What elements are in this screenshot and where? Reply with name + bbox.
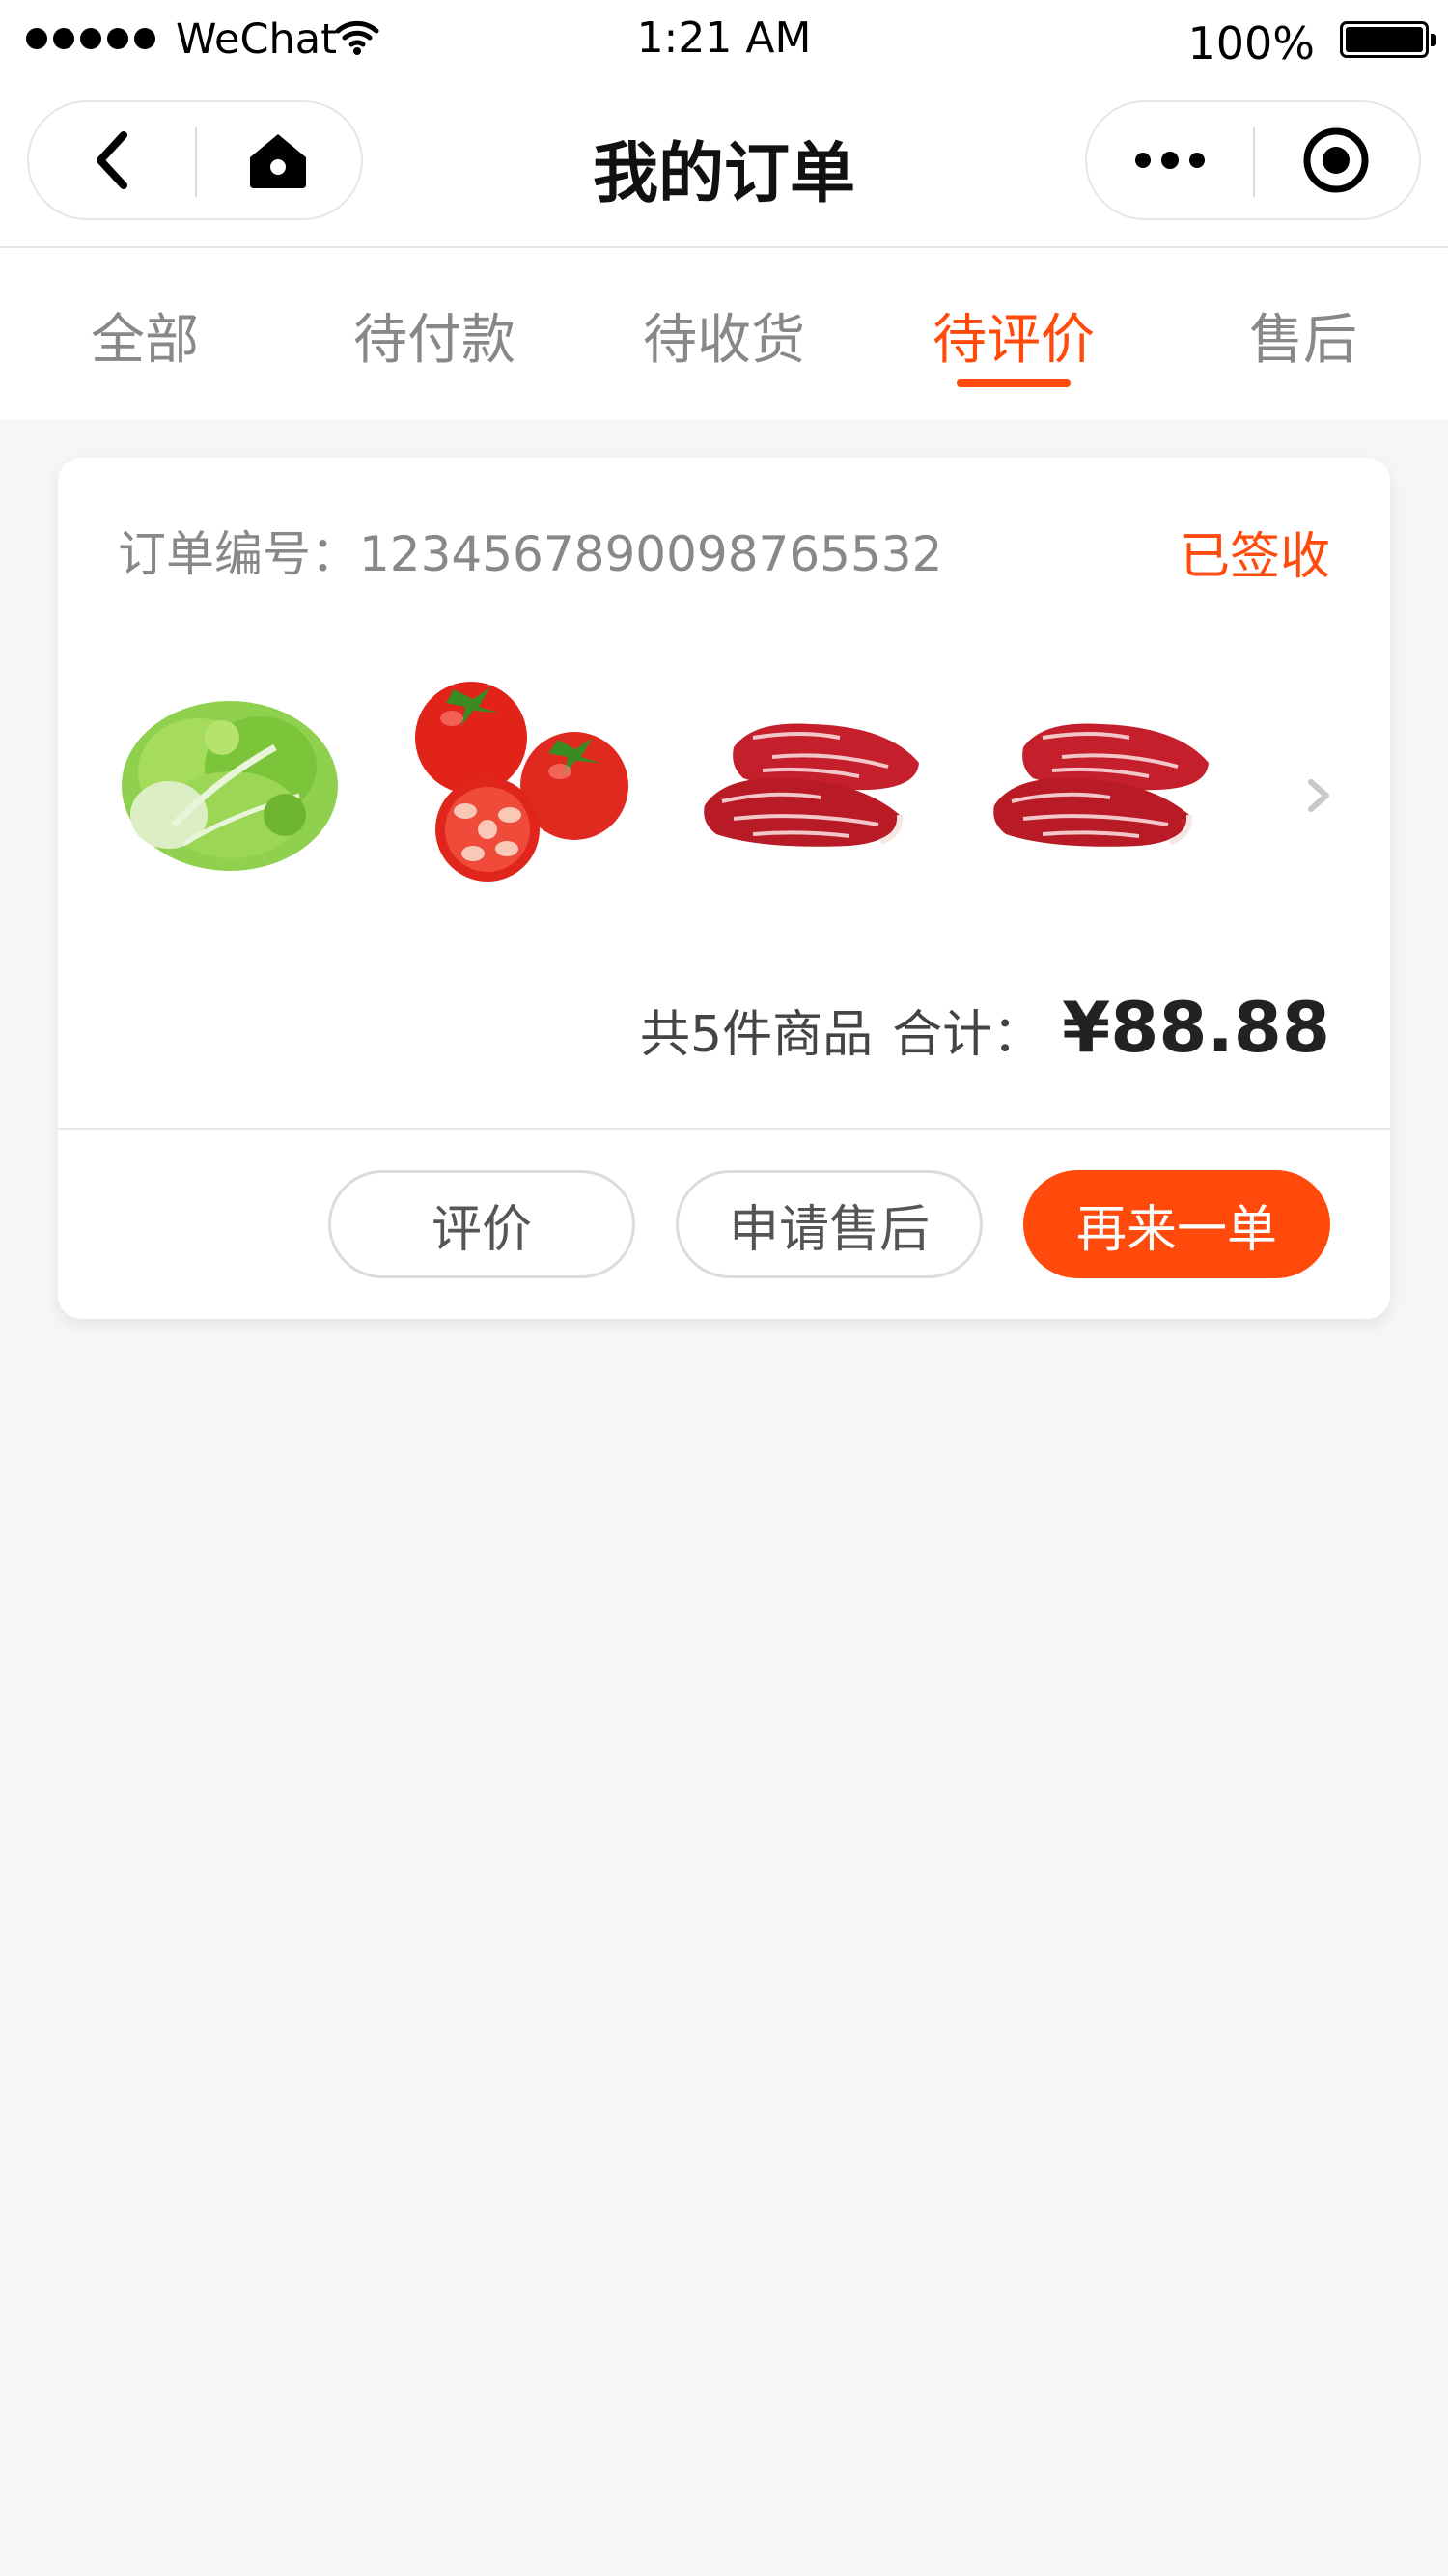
tab-pending-review[interactable]: 待评价 [869, 296, 1158, 375]
tab-after-sales[interactable]: 售后 [1158, 296, 1448, 375]
item-count: 共5件商品 [640, 1006, 874, 1064]
order-number: 订单编号：1234567890098765532 [118, 526, 943, 582]
nav-capsule-right [1085, 100, 1421, 220]
tomato-image [415, 682, 628, 882]
tab-all[interactable]: 全部 [0, 296, 290, 375]
order-card[interactable]: 订单编号：1234567890098765532 已签收 共5件商品 合计： ¥… [58, 458, 1390, 1319]
chevron-right-icon[interactable] [1305, 776, 1332, 815]
product-thumbnails[interactable] [116, 670, 1332, 882]
target-circle-icon [1303, 127, 1369, 193]
beef-steak-image [704, 723, 919, 847]
reorder-button[interactable]: 再来一单 [1023, 1170, 1330, 1278]
card-divider [58, 1128, 1390, 1130]
lettuce-image [122, 701, 338, 871]
battery-icon [1340, 21, 1436, 58]
battery-percentage: 100% [1187, 17, 1315, 70]
active-tab-indicator [957, 379, 1071, 387]
status-bar: WeChat 1:21 AM 100% [0, 0, 1448, 81]
navigation-bar: 我的订单 [0, 81, 1448, 248]
close-miniprogram-button[interactable] [1253, 102, 1419, 218]
review-button[interactable]: 评价 [328, 1170, 635, 1278]
total-price: ¥88.88 [1062, 987, 1330, 1068]
total-label: 合计： [892, 1006, 1044, 1064]
order-status: 已签收 [1179, 528, 1330, 586]
more-button[interactable] [1087, 102, 1253, 218]
order-tabs: 全部 待付款 待收货 待评价 售后 [0, 248, 1448, 420]
tab-pending-receipt[interactable]: 待收货 [579, 296, 869, 375]
order-summary: 共5件商品 合计： ¥88.88 [640, 987, 1330, 1068]
after-sale-button[interactable]: 申请售后 [676, 1170, 983, 1278]
tab-pending-payment[interactable]: 待付款 [290, 296, 579, 375]
more-dots-icon [1135, 152, 1205, 169]
beef-steak-image [993, 723, 1209, 847]
